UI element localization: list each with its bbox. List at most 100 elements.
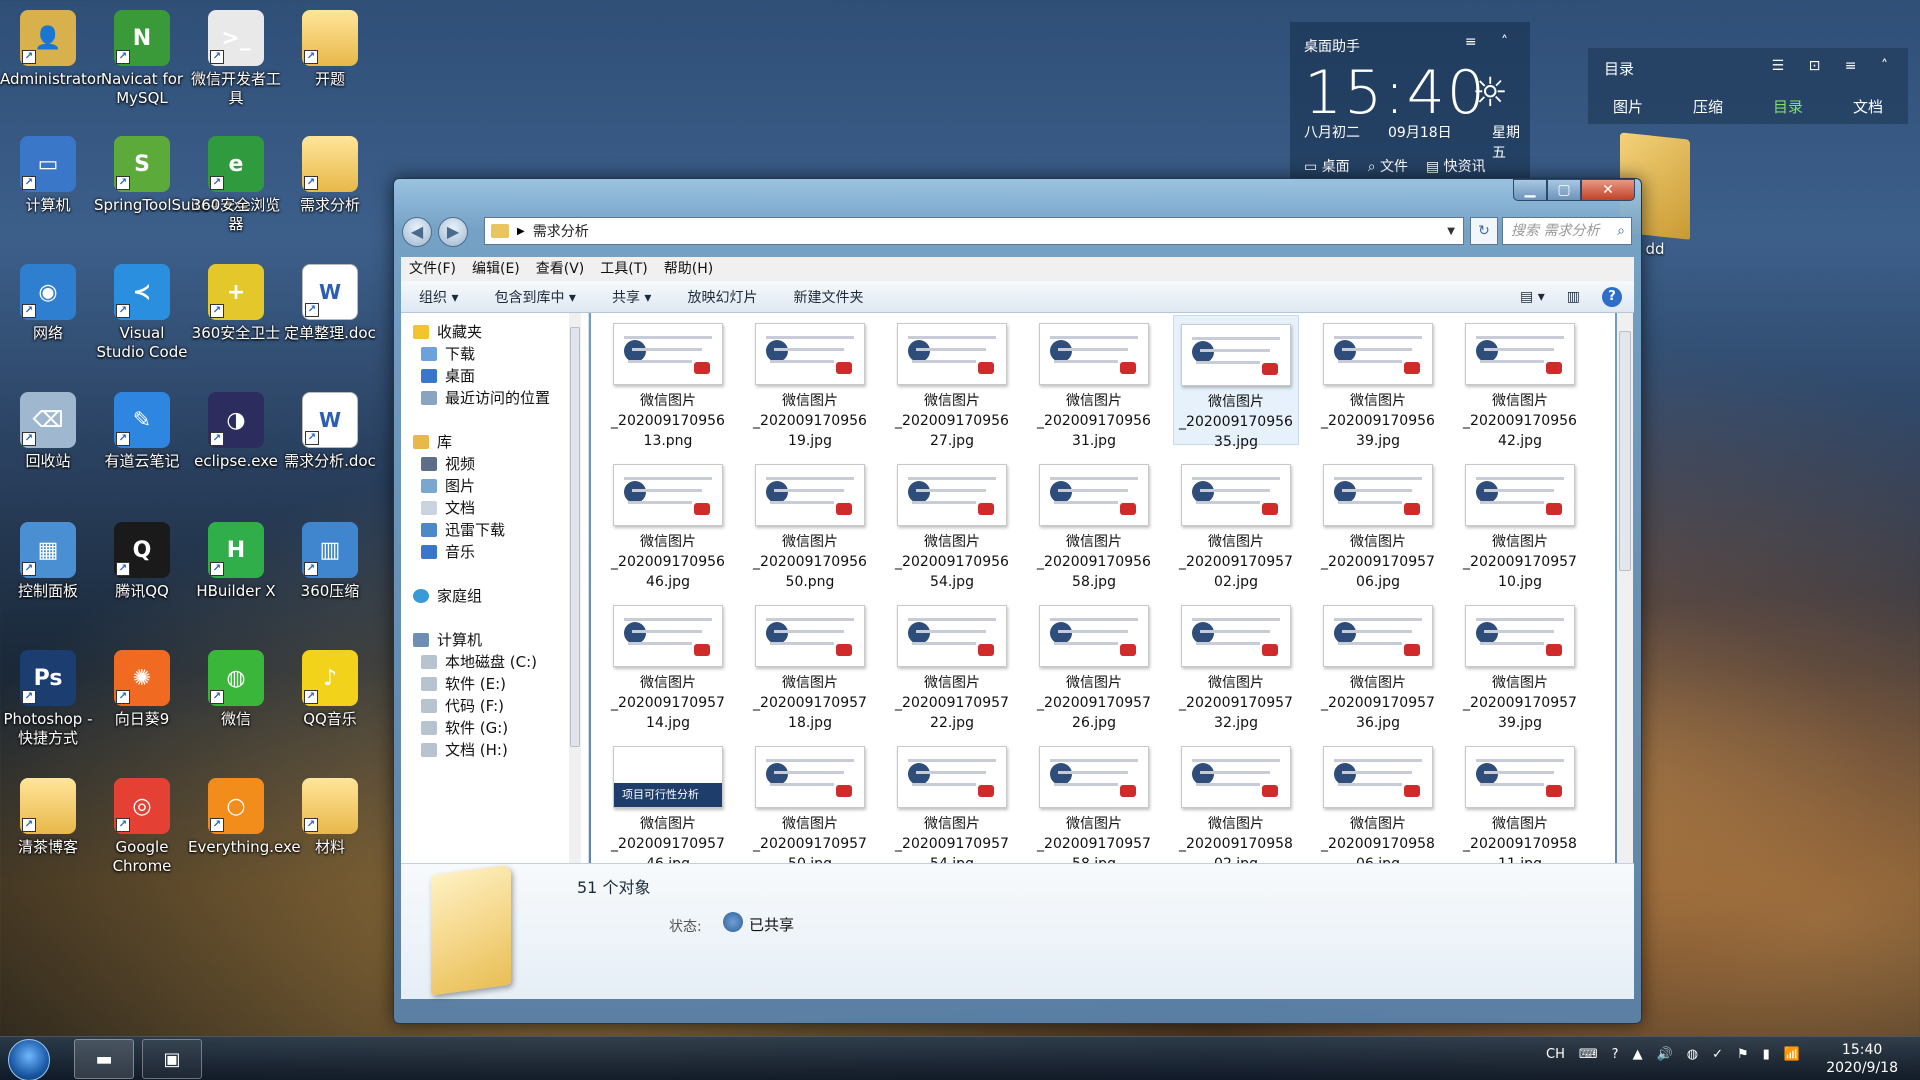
view-options-icon[interactable]: ▤ ▾ — [1520, 289, 1545, 305]
nav-favorites[interactable]: 收藏夹 — [413, 321, 482, 342]
nav-drive-g[interactable]: 软件 (G:) — [421, 717, 508, 738]
directory-tab-folders[interactable]: 目录 — [1773, 96, 1803, 117]
file-list-scrollbar[interactable] — [1617, 313, 1633, 863]
file-item[interactable]: 微信图片 _202009170958 06.jpg — [1315, 738, 1441, 863]
file-item[interactable]: 微信图片 _202009170956 35.jpg — [1173, 315, 1299, 450]
desktop-icon[interactable]: ◎ ↗ Google Chrome — [94, 772, 190, 876]
desktop-icon[interactable]: 👤 ↗ Administrator — [0, 4, 102, 89]
file-item[interactable]: 微信图片 _202009170958 11.jpg — [1457, 738, 1583, 863]
desktop-icon[interactable]: >_ ↗ 微信开发者工具 — [188, 4, 284, 108]
desktop-icon[interactable]: ○ ↗ Everything.exe — [188, 772, 301, 857]
desktop-icon[interactable]: + ↗ 360安全卫士 — [188, 258, 284, 343]
menu-help[interactable]: 帮助(H) — [656, 257, 721, 281]
tray-icon[interactable]: CH — [1546, 1047, 1565, 1062]
taskbar-clock[interactable]: 15:40 2020/9/18 — [1826, 1041, 1898, 1077]
file-item[interactable]: 微信图片 _202009170956 42.jpg — [1457, 315, 1583, 449]
desktop-icon[interactable]: Q ↗ 腾讯QQ — [94, 516, 190, 601]
desktop-icon[interactable]: ◍ ↗ 微信 — [188, 644, 284, 729]
directory-controls[interactable]: ☰ ⊡ ≡ ˄ — [1772, 58, 1898, 74]
file-item[interactable]: 微信图片 _202009170956 54.jpg — [889, 456, 1015, 590]
file-item[interactable]: 微信图片 _202009170956 19.jpg — [747, 315, 873, 449]
share-button[interactable]: 共享 ▾ — [594, 287, 669, 307]
forward-button[interactable]: ▶ — [438, 217, 468, 247]
breadcrumb-current[interactable]: 需求分析 — [533, 221, 589, 241]
desktop-icon[interactable]: S ↗ SpringToolSuite4.exe — [94, 130, 251, 215]
nav-recent[interactable]: 最近访问的位置 — [421, 387, 550, 408]
desktop-icon[interactable]: W ↗ 需求分析.doc — [282, 386, 378, 471]
search-icon[interactable]: ⌕ — [1617, 218, 1625, 244]
tray-icon[interactable]: 🔊 — [1657, 1047, 1673, 1062]
desktop-icon[interactable]: W ↗ 定单整理.doc — [282, 258, 378, 343]
desktop-icon[interactable]: ▦ ↗ 控制面板 — [0, 516, 96, 601]
file-item[interactable]: 微信图片 _202009170957 50.jpg — [747, 738, 873, 863]
nav-pictures[interactable]: 图片 — [421, 475, 475, 496]
maximize-button[interactable]: ▢ — [1547, 179, 1581, 201]
menu-file[interactable]: 文件(F) — [401, 257, 464, 281]
desktop-icon[interactable]: ♪ ↗ QQ音乐 — [282, 644, 378, 729]
file-item[interactable]: 微信图片 _202009170957 18.jpg — [747, 597, 873, 731]
desktop-icon[interactable]: ◑ ↗ eclipse.exe — [188, 386, 284, 471]
nav-downloads[interactable]: 下载 — [421, 343, 475, 364]
file-item[interactable]: 微信图片 _202009170957 36.jpg — [1315, 597, 1441, 731]
file-item[interactable]: 微信图片 _202009170957 06.jpg — [1315, 456, 1441, 590]
scrollbar-thumb[interactable] — [570, 327, 580, 747]
nav-desktop[interactable]: 桌面 — [421, 365, 475, 386]
nav-drive-e[interactable]: 软件 (E:) — [421, 673, 506, 694]
organize-button[interactable]: 组织 ▾ — [401, 287, 476, 307]
desktop-icon[interactable]: ▭ ↗ 计算机 — [0, 130, 96, 215]
address-bar[interactable]: ▶ 需求分析 ▼ — [484, 217, 1464, 245]
file-item[interactable]: 微信图片 _202009170958 02.jpg — [1173, 738, 1299, 863]
tray-icon[interactable]: ◍ — [1687, 1047, 1698, 1062]
nav-computer[interactable]: 计算机 — [413, 629, 482, 650]
directory-tab-docs[interactable]: 文档 — [1853, 96, 1883, 117]
assistant-link-news[interactable]: ▤ 快资讯 — [1426, 156, 1486, 176]
file-item[interactable]: 微信图片 _202009170956 31.jpg — [1031, 315, 1157, 449]
close-button[interactable]: ✕ — [1581, 179, 1635, 201]
directory-tab-archive[interactable]: 压缩 — [1693, 96, 1723, 117]
assistant-link-file[interactable]: ⌕ 文件 — [1368, 156, 1408, 176]
desktop-icon[interactable]: ◉ ↗ 网络 — [0, 258, 96, 343]
nav-drive-f[interactable]: 代码 (F:) — [421, 695, 504, 716]
desktop-icon[interactable]: ⌫ ↗ 回收站 — [0, 386, 96, 471]
desktop-icon[interactable]: H ↗ HBuilder X — [188, 516, 284, 601]
desktop-icon[interactable]: Ps ↗ Photoshop - 快捷方式 — [0, 644, 96, 748]
file-item[interactable]: 微信图片 _202009170956 58.jpg — [1031, 456, 1157, 590]
include-in-library-button[interactable]: 包含到库中 ▾ — [476, 287, 593, 307]
new-folder-button[interactable]: 新建文件夹 — [775, 287, 881, 307]
taskbar-camera-button[interactable]: ▣ — [142, 1039, 202, 1079]
start-button[interactable] — [8, 1039, 50, 1080]
desktop-icon[interactable]: ≺ ↗ Visual Studio Code — [94, 258, 190, 362]
nav-libraries[interactable]: 库 — [413, 431, 452, 452]
nav-thunder-downloads[interactable]: 迅雷下载 — [421, 519, 505, 540]
nav-drive-c[interactable]: 本地磁盘 (C:) — [421, 651, 537, 672]
assistant-link-desktop[interactable]: ▭ 桌面 — [1304, 156, 1350, 176]
nav-drive-h[interactable]: 文档 (H:) — [421, 739, 508, 760]
desktop-icon[interactable]: ▥ ↗ 360压缩 — [282, 516, 378, 601]
file-item[interactable]: 微信图片 _202009170957 14.jpg — [605, 597, 731, 731]
file-item[interactable]: 微信图片 _202009170956 39.jpg — [1315, 315, 1441, 449]
file-item[interactable]: 微信图片 _202009170956 13.png — [605, 315, 731, 449]
refresh-button[interactable]: ↻ — [1470, 217, 1498, 245]
desktop-icon[interactable]: ✺ ↗ 向日葵9 — [94, 644, 190, 729]
back-button[interactable]: ◀ — [402, 217, 432, 247]
scrollbar-thumb[interactable] — [1619, 331, 1631, 571]
file-item[interactable]: 项目可行性分析微信图片 _202009170957 46.jpg — [605, 738, 731, 863]
desktop-icon[interactable]: e ↗ 360安全浏览器 — [188, 130, 284, 234]
desktop-icon[interactable]: ↗ 材料 — [282, 772, 378, 857]
file-item[interactable]: 微信图片 _202009170956 27.jpg — [889, 315, 1015, 449]
directory-tab-images[interactable]: 图片 — [1613, 96, 1643, 117]
assistant-menu-icon[interactable]: ≡ ˄ — [1465, 34, 1518, 50]
tray-icon[interactable]: ? — [1612, 1047, 1619, 1062]
file-item[interactable]: 微信图片 _202009170957 22.jpg — [889, 597, 1015, 731]
file-item[interactable]: 微信图片 _202009170956 46.jpg — [605, 456, 731, 590]
minimize-button[interactable]: ▁ — [1513, 179, 1547, 201]
file-item[interactable]: 微信图片 _202009170957 02.jpg — [1173, 456, 1299, 590]
tray-icon[interactable]: ✓ — [1712, 1047, 1723, 1062]
file-item[interactable]: 微信图片 _202009170957 54.jpg — [889, 738, 1015, 863]
file-item[interactable]: 微信图片 _202009170957 39.jpg — [1457, 597, 1583, 731]
tray-icon[interactable]: ▮ — [1763, 1047, 1770, 1062]
desktop-icon[interactable]: ↗ 需求分析 — [282, 130, 378, 215]
nav-homegroup[interactable]: 家庭组 — [413, 585, 482, 606]
desktop-icon[interactable]: ↗ 清茶博客 — [0, 772, 96, 857]
tray-icon[interactable]: ⌨ — [1579, 1047, 1598, 1062]
